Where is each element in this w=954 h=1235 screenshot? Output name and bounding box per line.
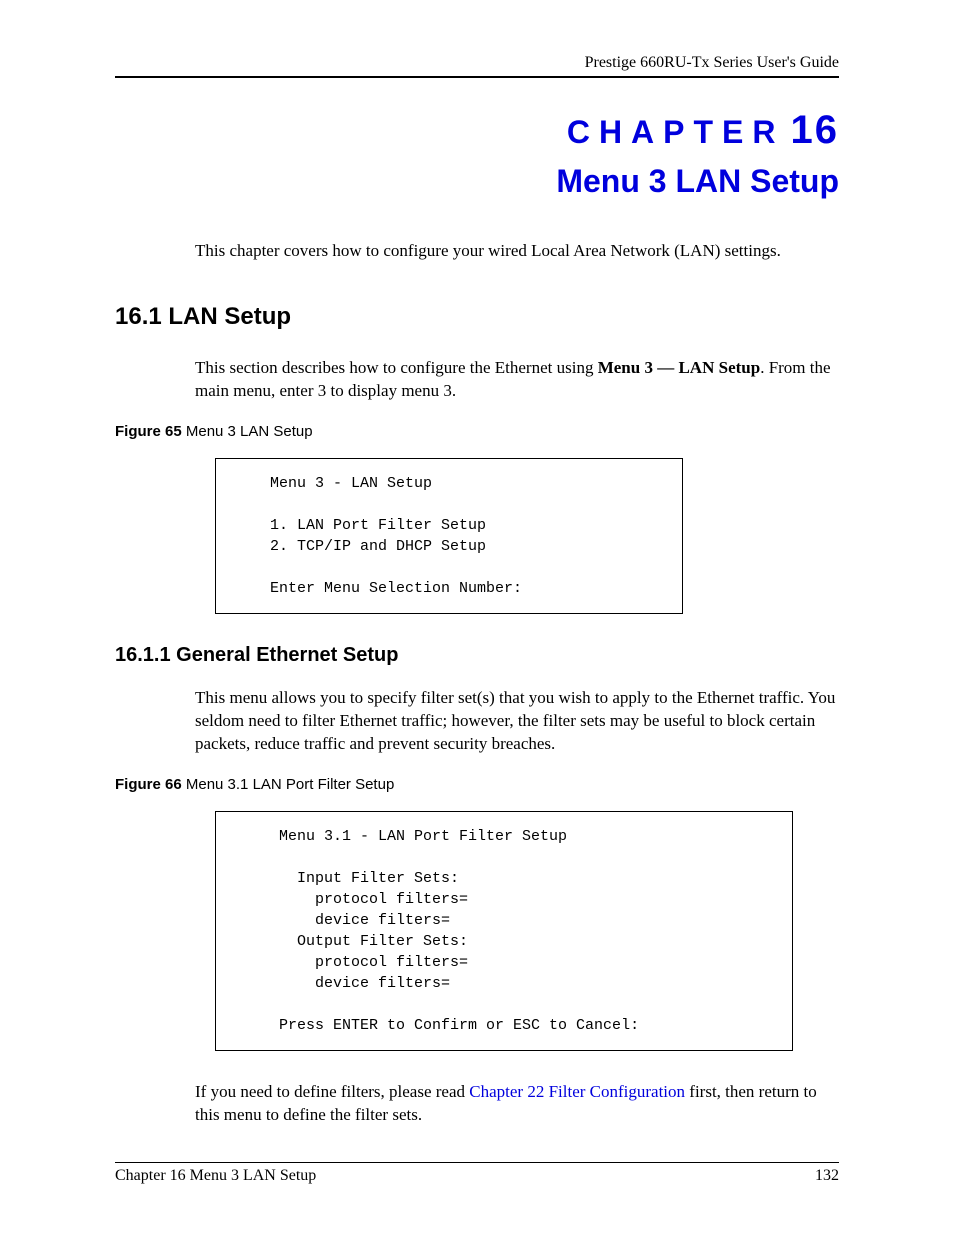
chapter-title: Menu 3 LAN Setup [115, 163, 839, 200]
figure-65-label-bold: Figure 65 [115, 423, 182, 440]
closing-pre: If you need to define filters, please re… [195, 1082, 469, 1101]
header-guide-title: Prestige 660RU-Tx Series User's Guide [115, 54, 839, 72]
chapter-intro: This chapter covers how to configure you… [195, 240, 839, 263]
section-16-1-1-heading: 16.1.1 General Ethernet Setup [115, 644, 839, 667]
figure-66-label-bold: Figure 66 [115, 776, 182, 793]
section-16-1-1-para: This menu allows you to specify filter s… [195, 687, 839, 756]
header-rule [115, 76, 839, 78]
chapter-number: 16 [791, 108, 840, 152]
footer-left: Chapter 16 Menu 3 LAN Setup [115, 1167, 316, 1185]
figure-66-terminal: Menu 3.1 - LAN Port Filter Setup Input F… [215, 811, 793, 1051]
para-pre: This section describes how to configure … [195, 358, 598, 377]
chapter-word: CHAPTER [567, 114, 785, 150]
chapter-line: CHAPTER16 [115, 108, 839, 153]
footer-page-number: 132 [815, 1167, 839, 1185]
figure-65-terminal: Menu 3 - LAN Setup 1. LAN Port Filter Se… [215, 458, 683, 614]
para-bold: Menu 3 — LAN Setup [598, 358, 760, 377]
section-16-1-heading: 16.1 LAN Setup [115, 303, 839, 331]
closing-para: If you need to define filters, please re… [195, 1081, 839, 1127]
section-16-1-para: This section describes how to configure … [195, 357, 839, 403]
footer-rule [115, 1162, 839, 1163]
footer-row: Chapter 16 Menu 3 LAN Setup 132 [115, 1167, 839, 1185]
figure-66-label-rest: Menu 3.1 LAN Port Filter Setup [182, 776, 395, 793]
figure-65-label-rest: Menu 3 LAN Setup [182, 423, 313, 440]
chapter-block: CHAPTER16 Menu 3 LAN Setup [115, 108, 839, 200]
figure-65-label: Figure 65 Menu 3 LAN Setup [115, 423, 839, 440]
figure-66-label: Figure 66 Menu 3.1 LAN Port Filter Setup [115, 776, 839, 793]
page: Prestige 660RU-Tx Series User's Guide CH… [0, 0, 954, 1235]
xref-chapter-22[interactable]: Chapter 22 Filter Configuration [469, 1082, 685, 1101]
footer: Chapter 16 Menu 3 LAN Setup 132 [115, 1162, 839, 1185]
